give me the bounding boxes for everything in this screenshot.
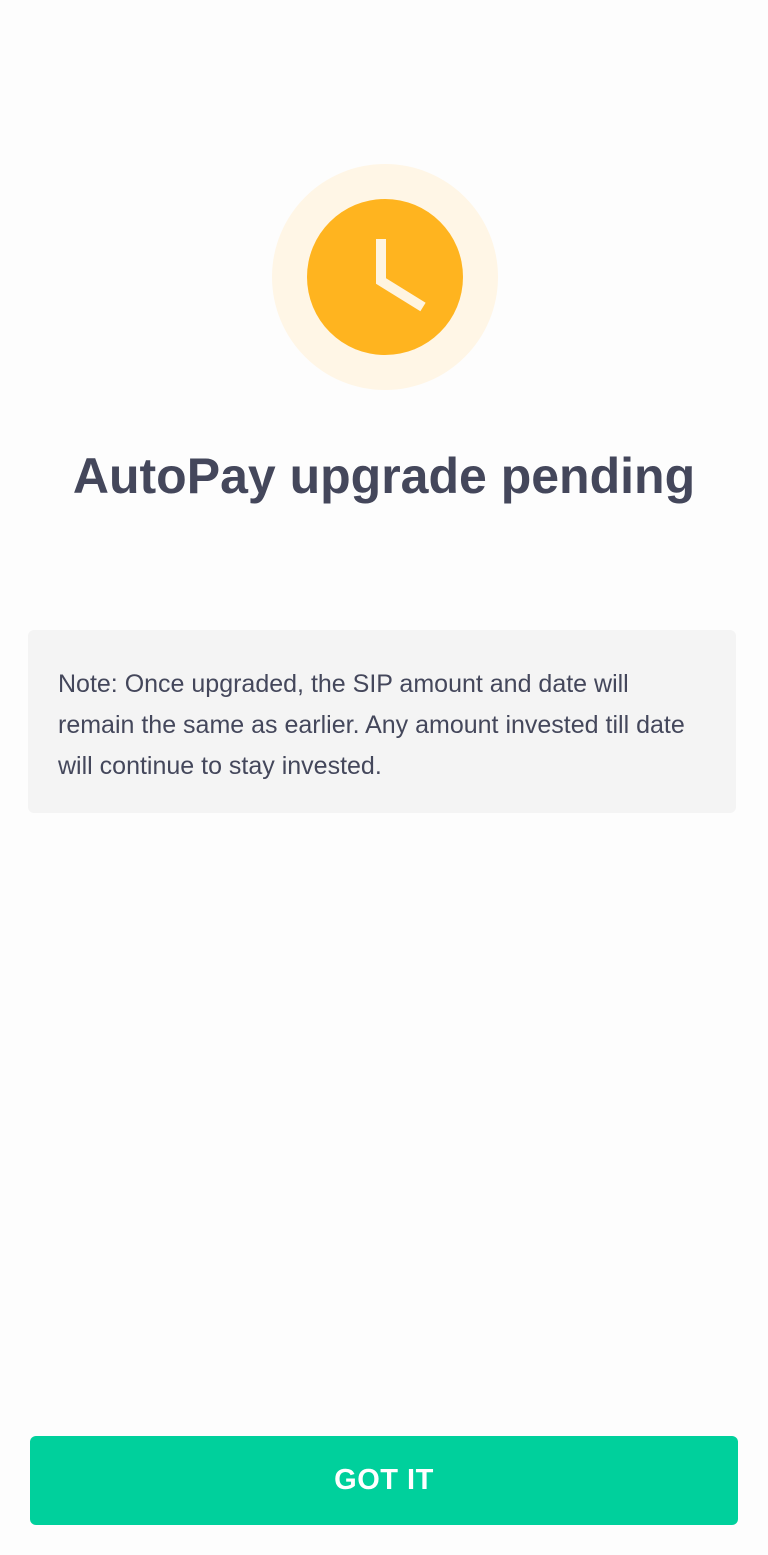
note-box: Note: Once upgraded, the SIP amount and … [28,630,736,813]
note-text: Note: Once upgraded, the SIP amount and … [58,670,685,780]
autopay-pending-screen: AutoPay upgrade pending Note: Once upgra… [0,0,768,1555]
clock-icon-graphic [307,199,463,355]
status-icon-halo [272,164,498,390]
got-it-button[interactable]: GOT IT [30,1436,738,1525]
clock-icon [307,199,463,355]
page-title: AutoPay upgrade pending [72,448,696,504]
